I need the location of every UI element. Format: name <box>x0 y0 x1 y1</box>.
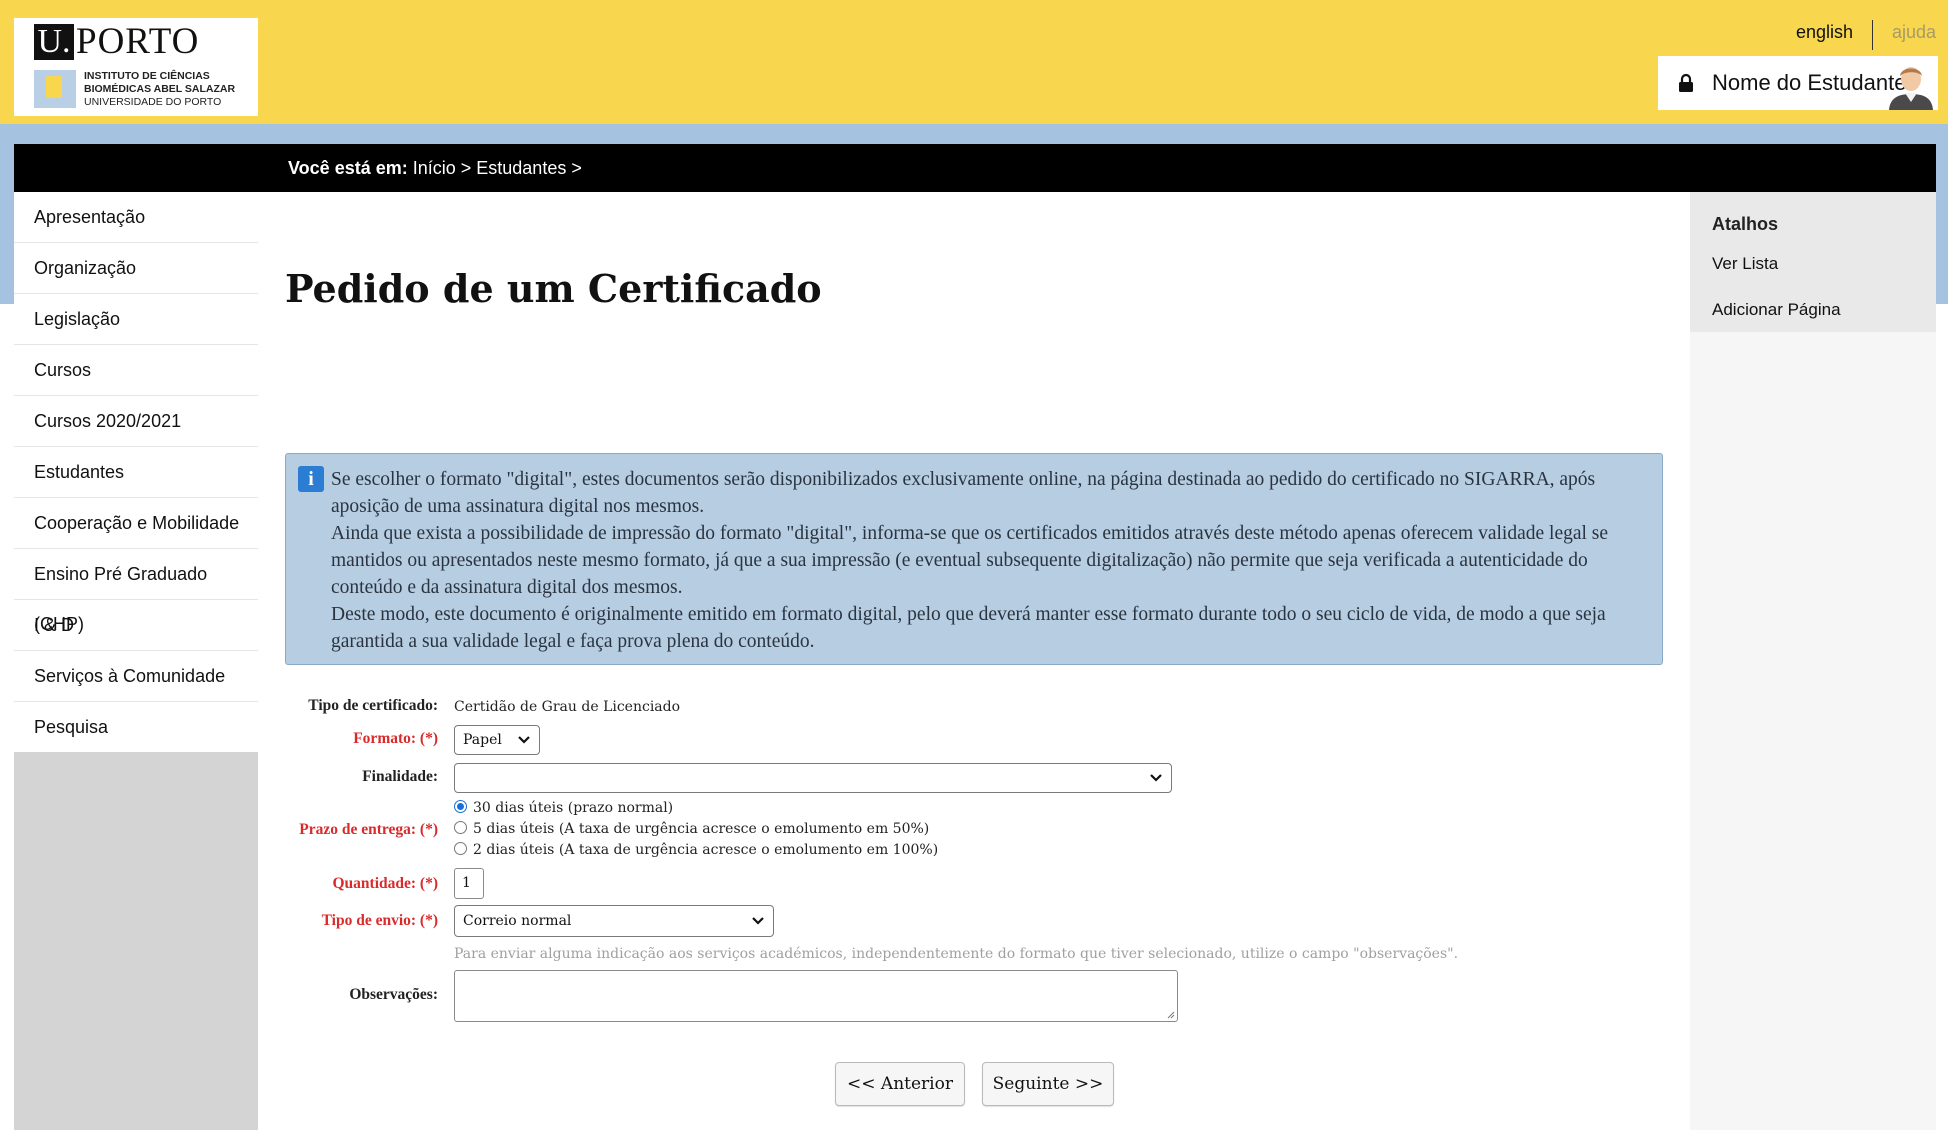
sidebar-item-organizacao[interactable]: Organização <box>14 243 258 294</box>
sidebar-item-pesquisa[interactable]: Pesquisa <box>14 702 258 752</box>
prazo-entrega-label: Prazo de entrega: (*) <box>299 821 438 838</box>
help-link[interactable]: ajuda <box>1892 22 1936 43</box>
info-paragraph-2: Ainda que exista a possibilidade de impr… <box>331 523 1609 598</box>
info-text: Se escolher o formato "digital", estes d… <box>331 466 1651 655</box>
formato-selected-value: Papel <box>463 732 502 748</box>
sidebar-item-apresentacao[interactable]: Apresentação <box>14 192 258 243</box>
right-panel: Atalhos Ver Lista Adicionar Página <box>1690 192 1936 1130</box>
observacoes-textarea[interactable] <box>454 970 1178 1022</box>
logo-inst-line-2: BIOMÉDICAS ABEL SALAZAR <box>84 83 236 95</box>
breadcrumb-bar: Você está em: Início > Estudantes > <box>14 144 1936 192</box>
tipo-envio-select[interactable]: Correio normal <box>454 905 774 937</box>
sidebar-item-cursos-2020-2021[interactable]: Cursos 2020/2021 <box>14 396 258 447</box>
prazo-option-30-dias[interactable]: 30 dias úteis (prazo normal) <box>454 800 673 816</box>
shortcuts-box: Atalhos Ver Lista Adicionar Página <box>1690 192 1936 332</box>
shortcuts-title: Atalhos <box>1712 214 1779 234</box>
formato-label: Formato: (*) <box>353 730 438 747</box>
finalidade-select[interactable] <box>454 763 1172 793</box>
prazo-option-5-dias[interactable]: 5 dias úteis (A taxa de urgência acresce… <box>454 821 929 837</box>
tipo-envio-label: Tipo de envio: (*) <box>321 912 438 929</box>
prazo-option-5-dias-label: 5 dias úteis (A taxa de urgência acresce… <box>473 821 930 837</box>
observacoes-label: Observações: <box>349 986 438 1003</box>
chevron-down-icon <box>752 917 764 925</box>
logo-inst-line-1: INSTITUTO DE CIÊNCIAS <box>84 70 210 82</box>
tipo-certificado-label: Tipo de certificado: <box>308 697 438 714</box>
sidebar-item-legislacao[interactable]: Legislação <box>14 294 258 345</box>
info-notice: i Se escolher o formato "digital", estes… <box>285 453 1663 665</box>
sidebar-item-cursos[interactable]: Cursos <box>14 345 258 396</box>
quantidade-label: Quantidade: (*) <box>332 875 439 892</box>
logo-porto-text: PORTO <box>76 21 200 62</box>
page-title: Pedido de um Certificado <box>285 266 822 311</box>
prazo-option-2-dias-label: 2 dias úteis (A taxa de urgência acresce… <box>473 842 939 858</box>
info-paragraph-1: Se escolher o formato "digital", estes d… <box>331 469 1596 517</box>
next-button[interactable]: Seguinte >> <box>982 1062 1114 1106</box>
user-name: Nome do Estudante <box>1712 70 1907 95</box>
formato-select[interactable]: Papel <box>454 725 540 755</box>
breadcrumb-path[interactable]: Início > Estudantes > <box>408 158 582 178</box>
previous-button[interactable]: << Anterior <box>835 1062 965 1106</box>
tipo-envio-selected-value: Correio normal <box>463 913 572 929</box>
user-avatar-icon <box>1889 67 1933 110</box>
sidebar-item-i-d[interactable]: I & D <box>14 600 258 651</box>
tipo-certificado-value: Certidão de Grau de Licenciado <box>454 699 681 715</box>
breadcrumb-prefix: Você está em: <box>288 158 408 178</box>
header-blue-band <box>0 124 1948 144</box>
left-sidebar: Apresentação Organização Legislação Curs… <box>14 192 258 1130</box>
shortcut-adicionar-pagina[interactable]: Adicionar Página <box>1712 300 1841 320</box>
sidebar-item-cooperacao-mobilidade[interactable]: Cooperação e Mobilidade <box>14 498 258 549</box>
user-session-box[interactable]: Nome do Estudante <box>1658 56 1938 110</box>
prazo-option-2-dias[interactable]: 2 dias úteis (A taxa de urgência acresce… <box>454 842 938 858</box>
lock-icon <box>1679 74 1693 92</box>
left-gutter-band <box>0 144 14 304</box>
sidebar-item-ensino-pre-graduado[interactable]: Ensino Pré Graduado (CHP) <box>14 549 258 634</box>
observacoes-hint: Para enviar alguma indicação aos serviço… <box>454 946 1459 962</box>
prazo-option-30-dias-label: 30 dias úteis (prazo normal) <box>473 800 674 816</box>
logo-emblem-icon <box>34 70 76 108</box>
chevron-down-icon <box>1150 774 1162 782</box>
radio-icon[interactable] <box>454 842 467 855</box>
radio-selected-icon[interactable] <box>454 800 467 813</box>
quantidade-input[interactable]: 1 <box>454 868 484 899</box>
logo-institute-text: INSTITUTO DE CIÊNCIAS BIOMÉDICAS ABEL SA… <box>84 70 235 109</box>
resize-grip-icon[interactable] <box>1165 1009 1175 1019</box>
header-divider <box>1872 20 1873 50</box>
breadcrumb: Você está em: Início > Estudantes > <box>288 158 582 179</box>
right-gutter-band <box>1936 144 1948 304</box>
logo-inst-line-3: UNIVERSIDADE DO PORTO <box>84 96 222 108</box>
sidebar-nav: Apresentação Organização Legislação Curs… <box>14 192 258 752</box>
english-language-link[interactable]: english <box>1796 22 1853 43</box>
uporto-logo[interactable]: U. PORTO INSTITUTO DE CIÊNCIAS BIOMÉDICA… <box>14 18 258 116</box>
chevron-down-icon <box>518 736 530 744</box>
sidebar-item-servicos-comunidade[interactable]: Serviços à Comunidade <box>14 651 258 702</box>
shortcut-ver-lista[interactable]: Ver Lista <box>1712 254 1778 274</box>
radio-icon[interactable] <box>454 821 467 834</box>
info-icon: i <box>298 466 324 492</box>
finalidade-label: Finalidade: <box>362 768 438 785</box>
logo-u-mark: U. <box>34 24 74 60</box>
info-paragraph-3: Deste modo, este documento é originalmen… <box>331 604 1606 652</box>
sidebar-item-estudantes[interactable]: Estudantes <box>14 447 258 498</box>
site-header: U. PORTO INSTITUTO DE CIÊNCIAS BIOMÉDICA… <box>0 0 1948 124</box>
